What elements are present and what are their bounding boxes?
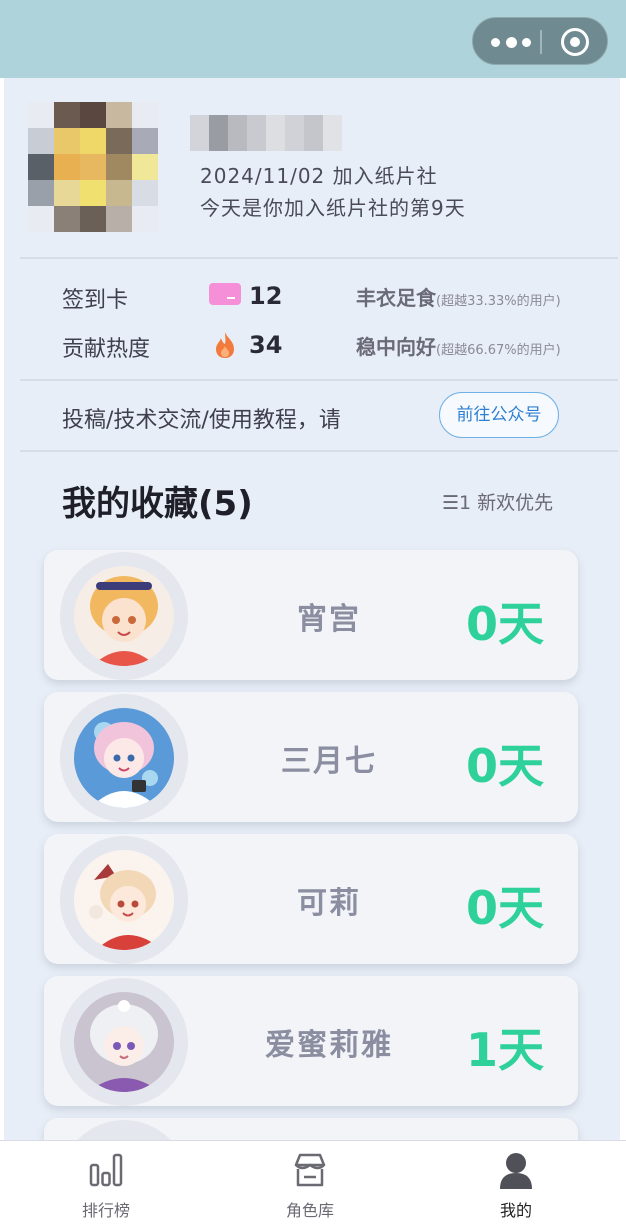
character-avatar (74, 850, 174, 950)
join-days-text: 今天是你加入纸片社的第9天 (200, 196, 466, 220)
user-icon (500, 1153, 532, 1189)
contribution-heat-label: 贡献热度 (62, 337, 151, 362)
sort-button[interactable]: ☰1 新欢优先 (442, 488, 553, 515)
contribution-heat-value: 34 (249, 331, 283, 359)
avatar-ring (60, 1120, 188, 1140)
checkin-rank: 丰衣足食(超越33.33%的用户) (356, 286, 561, 310)
mini-program-header (0, 0, 626, 78)
character-name: 宵宫 (297, 602, 361, 637)
favorites-title: 我的收藏(5) (62, 484, 253, 524)
bottom-tab-bar: 排行榜 角色库 我的 (0, 1140, 626, 1227)
days-count: 0天 (465, 597, 544, 651)
card-icon (209, 283, 241, 305)
days-count: 0天 (465, 881, 544, 935)
blurred-username (190, 115, 342, 151)
days-count: 0天 (465, 739, 544, 793)
go-official-account-button[interactable]: 前往公众号 (439, 392, 559, 438)
character-name: 爱蜜莉雅 (265, 1028, 393, 1063)
target-circle-icon[interactable] (561, 28, 589, 56)
capsule-menu (472, 17, 608, 65)
list-item[interactable]: 三月七 0天 (44, 692, 578, 822)
list-item[interactable] (44, 1118, 578, 1140)
divider (20, 257, 618, 259)
character-avatar (74, 566, 174, 666)
list-item[interactable]: 宵宫 0天 (44, 550, 578, 680)
list-item[interactable]: 可莉 0天 (44, 834, 578, 964)
profile-page: 2024/11/02 加入纸片社 今天是你加入纸片社的第9天 签到卡 12 丰衣… (4, 78, 620, 1140)
tab-ranking[interactable]: 排行榜 (46, 1141, 166, 1227)
checkin-card-label: 签到卡 (62, 288, 129, 313)
capsule-divider (540, 30, 542, 54)
tab-mine[interactable]: 我的 (456, 1141, 576, 1227)
tab-label: 角色库 (285, 1201, 334, 1220)
character-name: 可莉 (297, 886, 361, 921)
checkin-card-value: 12 (249, 282, 283, 310)
tab-character-library[interactable]: 角色库 (250, 1141, 370, 1227)
list-item[interactable]: 爱蜜莉雅 1天 (44, 976, 578, 1106)
more-dots-icon[interactable] (489, 18, 539, 66)
character-avatar (74, 708, 174, 808)
divider (20, 450, 618, 452)
divider (20, 379, 618, 381)
character-avatar (74, 992, 174, 1092)
tab-label: 排行榜 (81, 1201, 130, 1220)
fire-icon (216, 332, 234, 358)
promo-text: 投稿/技术交流/使用教程，请 (62, 408, 341, 433)
store-icon (294, 1153, 326, 1187)
tab-label: 我的 (499, 1201, 532, 1220)
days-count: 1天 (465, 1023, 544, 1077)
heat-rank: 稳中向好(超越66.67%的用户) (356, 335, 561, 359)
bar-chart-icon (89, 1153, 123, 1187)
join-date-text: 2024/11/02 加入纸片社 (200, 164, 438, 188)
character-name: 三月七 (281, 744, 377, 779)
avatar (28, 102, 158, 232)
